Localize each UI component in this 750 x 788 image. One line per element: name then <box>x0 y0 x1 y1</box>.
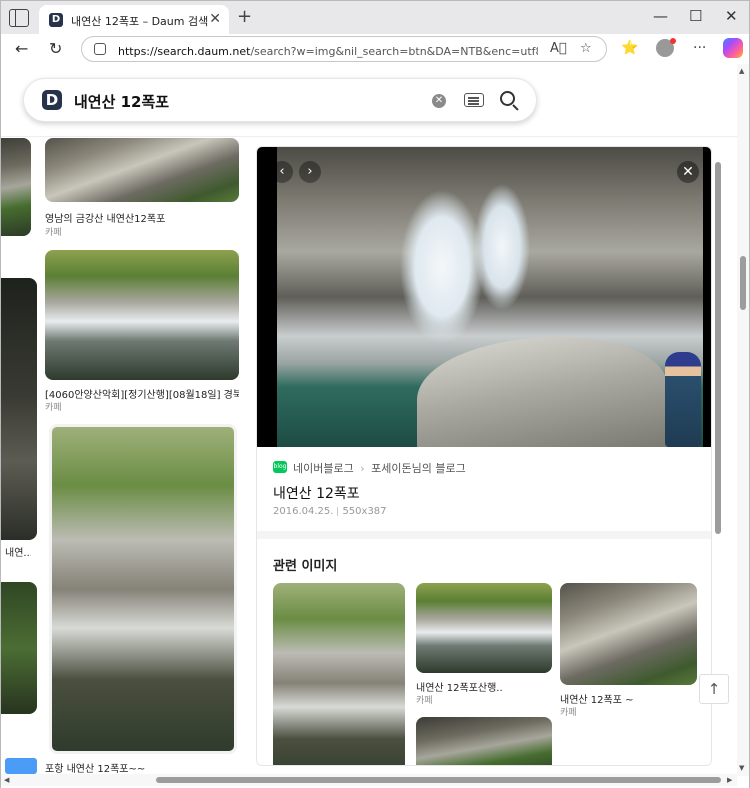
breadcrumb-arrow-icon: › <box>360 462 365 475</box>
panel-divider <box>257 531 711 539</box>
prev-image-icon[interactable]: ‹ <box>271 161 293 183</box>
back-button[interactable]: ← <box>15 39 28 58</box>
detail-title[interactable]: 내연산 12폭포 <box>273 483 360 503</box>
result-source: 카페 <box>45 228 62 238</box>
refresh-button[interactable]: ↻ <box>49 39 62 58</box>
search-input[interactable]: 내연산 12폭포 <box>74 91 169 112</box>
search-icon[interactable] <box>500 91 515 106</box>
result-image[interactable] <box>45 138 239 202</box>
minimize-button[interactable]: — <box>653 7 668 25</box>
address-bar[interactable]: https://search.daum.net/search?w=img&nil… <box>81 36 607 62</box>
naver-blog-icon: blog <box>273 461 287 473</box>
related-caption[interactable]: 내연산 12폭포 ~ <box>560 691 697 706</box>
detail-image-frame: ‹ › ✕ <box>257 147 711 447</box>
panel-scroll-thumb[interactable] <box>715 162 721 534</box>
related-images-title: 관련 이미지 <box>273 559 338 574</box>
clear-search-icon[interactable]: ✕ <box>432 94 446 108</box>
result-image[interactable] <box>45 250 239 380</box>
detail-date: 2016.04.25. <box>273 506 334 517</box>
horizontal-scrollbar[interactable]: ◀ ▶ <box>1 774 737 786</box>
detail-image[interactable] <box>277 147 703 447</box>
search-bar[interactable]: D 내연산 12폭포 ✕ <box>23 78 537 122</box>
page-scrollbar[interactable]: ▲ ▼ <box>737 64 749 776</box>
tab-title: 내연산 12폭포 – Daum 검색 <box>71 15 209 28</box>
site-info-icon[interactable] <box>94 43 106 55</box>
result-caption[interactable]: [4060안양산악회][정기산행][08월18일] 경북 ... <box>45 386 239 401</box>
browser-toolbar: ← ↻ https://search.daum.net/search?w=img… <box>0 34 750 64</box>
tab-actions-icon[interactable] <box>9 9 29 27</box>
related-image[interactable] <box>273 583 405 765</box>
url-text: https://search.daum.net/search?w=img&nil… <box>118 43 538 59</box>
tab-bar: D 내연산 12폭포 – Daum 검색 ✕ + — ☐ ✕ <box>0 0 750 35</box>
url-path: /search?w=img&nil_search=btn&DA=NTB&enc=… <box>250 45 538 58</box>
new-tab-button[interactable]: + <box>237 6 252 27</box>
source-blog-link[interactable]: 포세이돈님의 블로그 <box>371 462 466 475</box>
next-image-icon[interactable]: › <box>299 161 321 183</box>
scroll-left-icon[interactable]: ◀ <box>4 776 9 784</box>
read-aloud-icon[interactable]: A᪻ <box>550 41 567 56</box>
close-detail-icon[interactable]: ✕ <box>677 161 699 183</box>
source-site-link[interactable]: 네이버블로그 <box>293 462 354 475</box>
floating-badge[interactable] <box>5 758 37 774</box>
result-caption[interactable]: 포항 내연산 12폭포~~ <box>45 760 239 775</box>
close-tab-icon[interactable]: ✕ <box>209 11 221 27</box>
close-window-button[interactable]: ✕ <box>725 7 738 25</box>
result-image[interactable] <box>1 278 37 540</box>
daum-favicon-icon: D <box>49 13 63 27</box>
daum-logo-icon[interactable]: D <box>42 90 62 110</box>
page-scroll-thumb[interactable] <box>740 256 746 310</box>
maximize-button[interactable]: ☐ <box>689 7 702 25</box>
result-image[interactable] <box>1 138 31 236</box>
profile-avatar[interactable] <box>656 38 676 57</box>
scroll-down-icon[interactable]: ▼ <box>739 764 744 772</box>
related-image[interactable] <box>560 583 697 685</box>
scroll-up-icon[interactable]: ▲ <box>739 67 744 75</box>
source-breadcrumb: 네이버블로그 › 포세이돈님의 블로그 <box>293 460 466 476</box>
collections-icon[interactable]: ⭐ <box>621 40 638 56</box>
back-to-top-button[interactable]: ↑ <box>699 674 729 704</box>
favorite-star-icon[interactable]: ☆ <box>580 41 592 56</box>
related-image[interactable] <box>416 583 552 673</box>
copilot-icon[interactable] <box>723 38 743 58</box>
more-menu-icon[interactable]: ··· <box>693 40 706 56</box>
related-caption[interactable]: 내연산 12폭포산행.. <box>416 679 552 694</box>
rock-shape <box>417 337 667 447</box>
result-caption[interactable]: 내연... <box>5 544 31 559</box>
active-tab[interactable]: D 내연산 12폭포 – Daum 검색 ✕ <box>39 5 229 35</box>
hiker-figure <box>665 352 701 447</box>
horizontal-scroll-thumb[interactable] <box>156 777 721 783</box>
result-caption[interactable]: 영남의 금강산 내연산12폭포 <box>45 210 239 225</box>
scroll-right-icon[interactable]: ▶ <box>727 776 732 784</box>
related-image[interactable] <box>416 717 552 765</box>
related-source: 카페 <box>560 708 577 718</box>
result-image[interactable] <box>1 582 37 714</box>
detail-meta: 2016.04.25. 550x387 <box>273 506 387 517</box>
header-divider <box>1 136 749 137</box>
url-host: https://search.daum.net <box>118 45 251 58</box>
image-detail-panel: ‹ › ✕ blog 네이버블로그 › 포세이돈님의 블로그 내연산 12폭포 … <box>256 146 712 766</box>
result-source: 카페 <box>45 403 62 413</box>
related-source: 카페 <box>416 696 433 706</box>
detail-size: 550x387 <box>342 506 387 517</box>
search-page: D 내연산 12폭포 ✕ 내연... 영남의 금강산 내연산12폭포 카페 [4… <box>0 64 750 788</box>
result-image-selected[interactable] <box>49 424 237 754</box>
keyboard-icon[interactable] <box>464 93 484 107</box>
